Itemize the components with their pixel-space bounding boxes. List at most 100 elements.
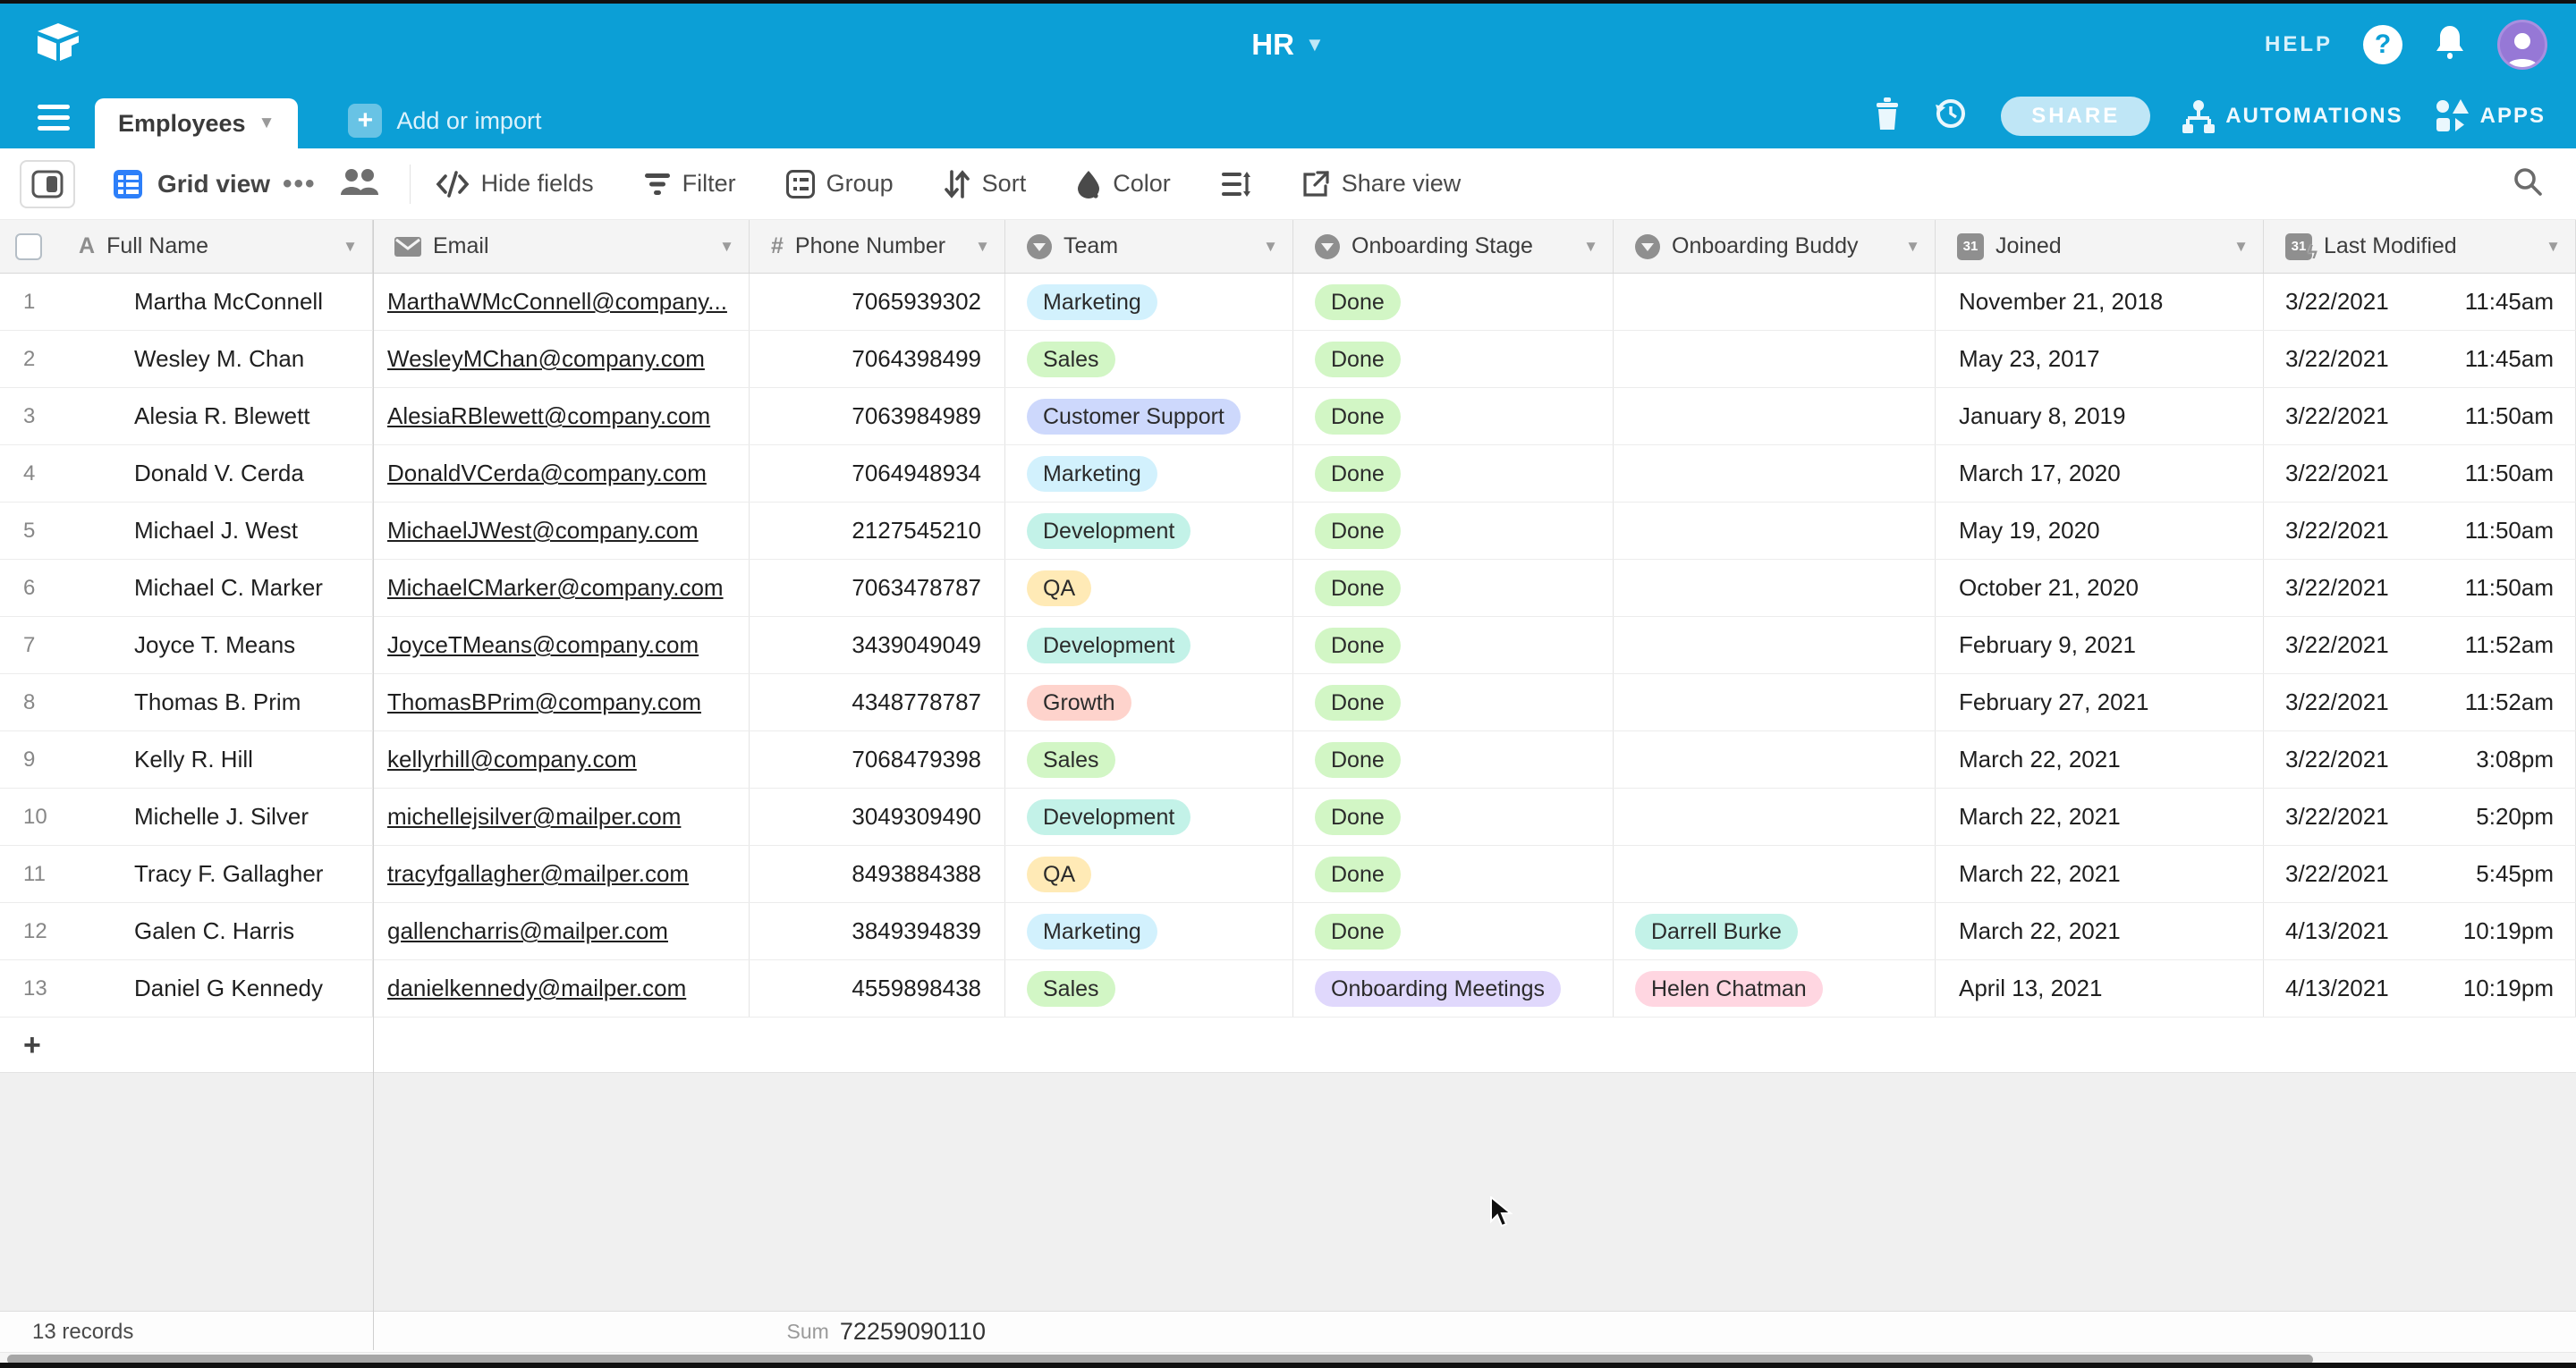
- cell-full-name[interactable]: Galen C. Harris: [57, 903, 373, 959]
- row-number[interactable]: 3: [0, 388, 57, 444]
- cell-last-modified[interactable]: 3/22/202111:45am: [2264, 331, 2576, 387]
- column-menu-caret[interactable]: ▼: [719, 238, 734, 256]
- base-name-menu[interactable]: HR ▼: [1251, 28, 1324, 62]
- cell-last-modified[interactable]: 3/22/202111:50am: [2264, 445, 2576, 502]
- cell-email[interactable]: tracyfgallagher@mailper.com: [373, 846, 750, 902]
- cell-onboarding-stage[interactable]: Onboarding Meetings: [1293, 960, 1614, 1017]
- cell-onboarding-stage[interactable]: Done: [1293, 846, 1614, 902]
- cell-phone[interactable]: 3849394839: [750, 903, 1005, 959]
- column-menu-caret[interactable]: ▼: [2546, 238, 2561, 256]
- row-number[interactable]: 6: [0, 560, 57, 616]
- cell-onboarding-buddy[interactable]: [1614, 846, 1936, 902]
- group-button[interactable]: Group: [786, 170, 894, 198]
- notifications-bell-icon[interactable]: [2433, 24, 2467, 66]
- cell-team[interactable]: QA: [1005, 560, 1293, 616]
- cell-phone[interactable]: 7064948934: [750, 445, 1005, 502]
- column-header-last-modified[interactable]: 31ϟLast Modified▼: [2264, 220, 2576, 273]
- cell-onboarding-buddy[interactable]: [1614, 274, 1936, 330]
- cell-joined[interactable]: March 22, 2021: [1936, 731, 2264, 788]
- cell-phone[interactable]: 7065939302: [750, 274, 1005, 330]
- cell-email[interactable]: gallencharris@mailper.com: [373, 903, 750, 959]
- cell-joined[interactable]: March 22, 2021: [1936, 903, 2264, 959]
- cell-phone[interactable]: 3049309490: [750, 789, 1005, 845]
- cell-phone[interactable]: 7068479398: [750, 731, 1005, 788]
- frozen-column-divider[interactable]: [373, 220, 374, 1350]
- cell-phone[interactable]: 3439049049: [750, 617, 1005, 673]
- cell-full-name[interactable]: Michael J. West: [57, 502, 373, 559]
- hamburger-menu-icon[interactable]: [38, 105, 70, 131]
- cell-phone[interactable]: 4348778787: [750, 674, 1005, 730]
- cell-full-name[interactable]: Joyce T. Means: [57, 617, 373, 673]
- cell-onboarding-buddy[interactable]: [1614, 560, 1936, 616]
- row-number[interactable]: 4: [0, 445, 57, 502]
- history-icon[interactable]: [1933, 96, 1969, 136]
- cell-email[interactable]: JoyceTMeans@company.com: [373, 617, 750, 673]
- row-number[interactable]: 7: [0, 617, 57, 673]
- cell-onboarding-buddy[interactable]: Helen Chatman: [1614, 960, 1936, 1017]
- sort-button[interactable]: Sort: [944, 170, 1027, 198]
- column-header-email[interactable]: Email▼: [373, 220, 750, 273]
- cell-joined[interactable]: January 8, 2019: [1936, 388, 2264, 444]
- cell-team[interactable]: Growth: [1005, 674, 1293, 730]
- row-number[interactable]: 12: [0, 903, 57, 959]
- cell-email[interactable]: MichaelJWest@company.com: [373, 502, 750, 559]
- cell-email[interactable]: WesleyMChan@company.com: [373, 331, 750, 387]
- cell-last-modified[interactable]: 4/13/202110:19pm: [2264, 960, 2576, 1017]
- cell-onboarding-buddy[interactable]: [1614, 789, 1936, 845]
- cell-full-name[interactable]: Michael C. Marker: [57, 560, 373, 616]
- chevron-down-icon[interactable]: ▼: [258, 114, 275, 133]
- cell-onboarding-stage[interactable]: Done: [1293, 903, 1614, 959]
- cell-last-modified[interactable]: 3/22/202111:52am: [2264, 674, 2576, 730]
- airtable-logo-icon[interactable]: [34, 21, 82, 69]
- cell-onboarding-stage[interactable]: Done: [1293, 674, 1614, 730]
- row-height-button[interactable]: [1221, 171, 1251, 198]
- phone-column-summary[interactable]: Sum 72259090110: [0, 1312, 986, 1352]
- column-menu-caret[interactable]: ▼: [2233, 238, 2249, 256]
- share-view-button[interactable]: Share view: [1301, 170, 1462, 198]
- cell-email[interactable]: michellejsilver@mailper.com: [373, 789, 750, 845]
- cell-phone[interactable]: 7063984989: [750, 388, 1005, 444]
- cell-full-name[interactable]: Martha McConnell: [57, 274, 373, 330]
- cell-full-name[interactable]: Thomas B. Prim: [57, 674, 373, 730]
- cell-onboarding-stage[interactable]: Done: [1293, 560, 1614, 616]
- search-icon[interactable]: [2512, 165, 2544, 202]
- cell-email[interactable]: MichaelCMarker@company.com: [373, 560, 750, 616]
- help-question-icon[interactable]: ?: [2363, 25, 2402, 64]
- select-all-checkbox[interactable]: [15, 233, 42, 260]
- apps-button[interactable]: APPS: [2436, 99, 2546, 133]
- cell-full-name[interactable]: Daniel G Kennedy: [57, 960, 373, 1017]
- row-number[interactable]: 13: [0, 960, 57, 1017]
- cell-onboarding-stage[interactable]: Done: [1293, 731, 1614, 788]
- cell-full-name[interactable]: Tracy F. Gallagher: [57, 846, 373, 902]
- column-header-phone-number[interactable]: #Phone Number▼: [750, 220, 1005, 273]
- tab-employees[interactable]: Employees ▼: [95, 98, 298, 148]
- column-header-onboarding-buddy[interactable]: Onboarding Buddy▼: [1614, 220, 1936, 273]
- cell-last-modified[interactable]: 3/22/202111:50am: [2264, 388, 2576, 444]
- cell-onboarding-buddy[interactable]: [1614, 502, 1936, 559]
- cell-joined[interactable]: November 21, 2018: [1936, 274, 2264, 330]
- help-button[interactable]: HELP: [2265, 32, 2333, 57]
- cell-email[interactable]: DonaldVCerda@company.com: [373, 445, 750, 502]
- cell-phone[interactable]: 7063478787: [750, 560, 1005, 616]
- row-number[interactable]: 1: [0, 274, 57, 330]
- row-number[interactable]: 11: [0, 846, 57, 902]
- cell-onboarding-buddy[interactable]: Darrell Burke: [1614, 903, 1936, 959]
- cell-team[interactable]: Sales: [1005, 331, 1293, 387]
- color-button[interactable]: Color: [1076, 170, 1171, 198]
- cell-phone[interactable]: 4559898438: [750, 960, 1005, 1017]
- cell-last-modified[interactable]: 3/22/202111:45am: [2264, 274, 2576, 330]
- automations-button[interactable]: AUTOMATIONS: [2182, 99, 2402, 133]
- cell-joined[interactable]: May 23, 2017: [1936, 331, 2264, 387]
- cell-last-modified[interactable]: 3/22/202111:52am: [2264, 617, 2576, 673]
- column-header-onboarding-stage[interactable]: Onboarding Stage▼: [1293, 220, 1614, 273]
- column-header-joined[interactable]: 31Joined▼: [1936, 220, 2264, 273]
- hide-fields-button[interactable]: Hide fields: [436, 170, 594, 198]
- cell-email[interactable]: kellyrhill@company.com: [373, 731, 750, 788]
- cell-team[interactable]: Marketing: [1005, 274, 1293, 330]
- cell-last-modified[interactable]: 3/22/20215:20pm: [2264, 789, 2576, 845]
- cell-team[interactable]: Customer Support: [1005, 388, 1293, 444]
- cell-joined[interactable]: March 17, 2020: [1936, 445, 2264, 502]
- cell-onboarding-stage[interactable]: Done: [1293, 502, 1614, 559]
- cell-onboarding-stage[interactable]: Done: [1293, 617, 1614, 673]
- column-menu-caret[interactable]: ▼: [343, 238, 358, 256]
